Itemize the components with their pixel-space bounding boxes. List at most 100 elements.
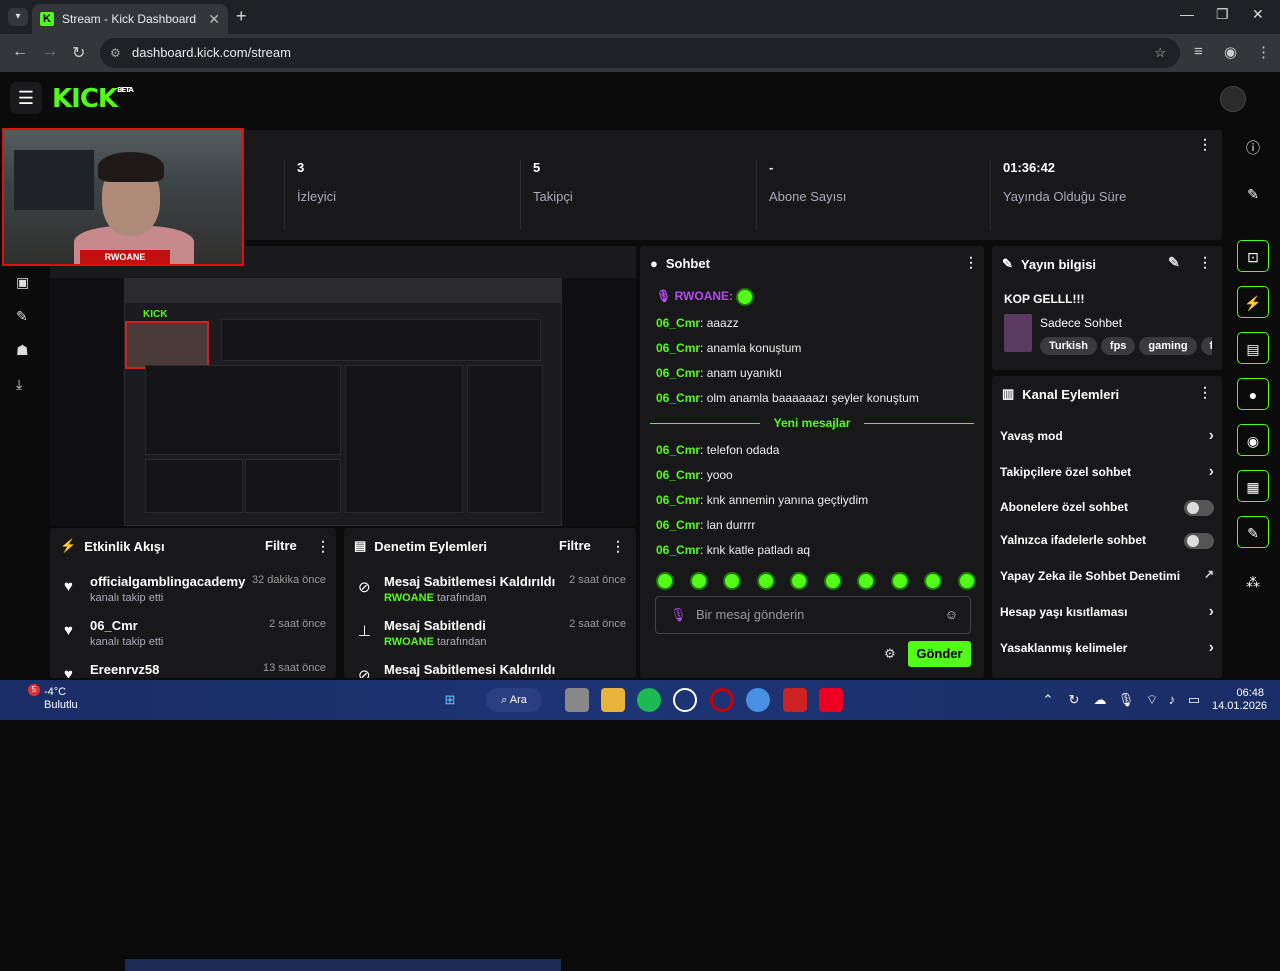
send-button[interactable]: Gönder (908, 641, 971, 667)
users-icon[interactable]: ☗ (16, 342, 29, 359)
subscribers-only-toggle[interactable] (1184, 500, 1214, 516)
sync-icon[interactable]: ↻ (1062, 688, 1086, 712)
item-user[interactable]: RWOANE (384, 636, 434, 648)
minimize-icon[interactable]: — (1180, 6, 1194, 22)
window-close-icon[interactable]: ✕ (1252, 6, 1264, 23)
chat-icon[interactable]: ● (1237, 378, 1269, 410)
nodes-icon[interactable]: ⁂ (1237, 566, 1269, 598)
chat-more-icon[interactable]: ⋮ (964, 254, 978, 271)
message-user[interactable]: 06_Cmr (656, 518, 700, 532)
file-explorer-icon[interactable] (601, 688, 625, 712)
profile-icon[interactable]: ◉ (1224, 43, 1237, 61)
stream-preview[interactable]: KICK (50, 246, 636, 971)
tab-close-icon[interactable]: ✕ (208, 11, 220, 28)
bookmark-star-icon[interactable]: ☆ (1154, 38, 1166, 68)
emoji-picker-icon[interactable]: ☺ (945, 597, 958, 633)
moderation-more-icon[interactable]: ⋮ (611, 538, 625, 555)
followers-only-row[interactable]: Takipçilere özel sohbet › (1000, 463, 1214, 485)
new-tab-icon[interactable]: + (236, 6, 247, 27)
message-user[interactable]: 06_Cmr (656, 391, 700, 405)
slow-mode-row[interactable]: Yavaş mod › (1000, 427, 1214, 449)
chat-input[interactable]: 🎙 Bir mesaj gönderin ☺ (655, 596, 971, 634)
message-user[interactable]: 06_Cmr (656, 316, 700, 330)
video-icon[interactable]: ▣ (16, 274, 29, 291)
info-icon[interactable]: ⓘ (1237, 132, 1269, 164)
chat-messages[interactable]: 🎙 RWOANE: 06_Cmr: aaazz 06_Cmr: anamla k… (640, 276, 980, 562)
browser-tab[interactable]: K Stream - Kick Dashboard ✕ (32, 4, 228, 34)
back-icon[interactable]: ← (12, 43, 28, 61)
channel-actions-more-icon[interactable]: ⋮ (1198, 384, 1212, 401)
volume-icon[interactable]: ♪ (1160, 688, 1184, 712)
steam-icon[interactable] (673, 688, 697, 712)
emote-icon[interactable] (689, 572, 708, 590)
stream-info-more-icon[interactable]: ⋮ (1198, 254, 1212, 271)
emote-icon[interactable] (957, 572, 976, 590)
moderation-filter-button[interactable]: Filtre (559, 538, 591, 553)
wrench-icon[interactable]: ✎ (16, 308, 28, 325)
download-icon[interactable]: ⤓ (16, 376, 22, 393)
emote-only-toggle[interactable] (1184, 533, 1214, 549)
maximize-icon[interactable]: ❐ (1216, 6, 1229, 23)
pocket-icon[interactable] (819, 688, 843, 712)
emote-icon[interactable] (756, 572, 775, 590)
message-user[interactable]: 06_Cmr (656, 366, 700, 380)
tab-search-icon[interactable]: ▾ (8, 8, 28, 26)
battery-icon[interactable]: ▭ (1182, 688, 1206, 712)
message-user[interactable]: RWOANE: (675, 289, 733, 303)
tray-overflow-icon[interactable]: ⌃ (1036, 688, 1060, 712)
windows-start-icon[interactable]: ⊞ (438, 688, 462, 712)
item-user[interactable]: officialgamblingacademy (90, 574, 245, 589)
message-user[interactable]: 06_Cmr (656, 468, 700, 482)
activity-more-icon[interactable]: ⋮ (316, 538, 330, 555)
emote-icon[interactable] (723, 572, 742, 590)
media-icon[interactable]: ≡ (1194, 43, 1203, 60)
hamburger-menu-icon[interactable]: ☰ (10, 82, 42, 114)
pencil-icon[interactable]: ✎ (1237, 178, 1269, 210)
emote-icon[interactable] (790, 572, 809, 590)
emote-icon[interactable] (890, 572, 909, 590)
item-user[interactable]: Ereenrvz58 (90, 662, 159, 677)
category-name[interactable]: Sadece Sohbet (1040, 316, 1122, 330)
notes-icon[interactable]: ▤ (1237, 332, 1269, 364)
chrome-icon[interactable] (746, 688, 770, 712)
site-info-icon[interactable]: ⚙ (110, 38, 121, 68)
mic-icon[interactable]: 🎙 (670, 597, 687, 633)
banned-words-row[interactable]: Yasaklanmış kelimeler › (1000, 639, 1214, 661)
lightning-icon[interactable]: ⚡ (1237, 286, 1269, 318)
activity-filter-button[interactable]: Filtre (265, 538, 297, 553)
spotify-icon[interactable] (637, 688, 661, 712)
taskbar-clock[interactable]: 06:48 14.01.2026 (1212, 687, 1267, 713)
address-bar[interactable]: ⚙ dashboard.kick.com/stream ☆ (100, 38, 1180, 68)
chat-settings-icon[interactable]: ⚙ (884, 646, 896, 662)
cloud-icon[interactable]: ☁ (1088, 688, 1112, 712)
forward-icon[interactable]: → (42, 43, 58, 61)
message-user[interactable]: 06_Cmr (656, 493, 700, 507)
emote-icon[interactable] (924, 572, 943, 590)
item-user[interactable]: 06_Cmr (90, 618, 138, 633)
user-avatar[interactable] (1220, 86, 1246, 112)
emote-icon[interactable] (823, 572, 842, 590)
broadcast-icon[interactable]: ◉ (1237, 424, 1269, 456)
screenshot-icon[interactable]: ⊡ (1237, 240, 1269, 272)
app-icon[interactable] (783, 688, 807, 712)
message-user[interactable]: 06_Cmr (656, 543, 700, 557)
account-age-row[interactable]: Hesap yaşı kısıtlaması › (1000, 603, 1214, 625)
item-user[interactable]: RWOANE (384, 592, 434, 604)
stats-more-icon[interactable]: ⋮ (1198, 136, 1212, 153)
menu-icon[interactable]: ⋮ (1256, 43, 1271, 61)
emote-icon[interactable] (656, 572, 674, 590)
taskbar-search[interactable]: ⌕ Ara (486, 688, 542, 712)
layout-icon[interactable]: ▦ (1237, 470, 1269, 502)
task-view-icon[interactable] (565, 688, 589, 712)
edit-icon[interactable]: ✎ (1168, 254, 1180, 271)
emote-icon[interactable] (857, 572, 876, 590)
opera-icon[interactable] (710, 688, 734, 712)
weather-widget[interactable]: 5 -4°C Bulutlu (14, 684, 78, 712)
wrench-icon[interactable]: ✎ (1237, 516, 1269, 548)
reload-icon[interactable]: ↻ (72, 43, 85, 63)
message-user[interactable]: 06_Cmr (656, 443, 700, 457)
ai-moderation-row[interactable]: Yapay Zeka ile Sohbet Denetimi ↗ (1000, 567, 1214, 589)
microphone-icon[interactable]: 🎙 (1114, 688, 1138, 712)
kick-logo[interactable]: KICKBETA (52, 84, 134, 114)
message-user[interactable]: 06_Cmr (656, 341, 700, 355)
